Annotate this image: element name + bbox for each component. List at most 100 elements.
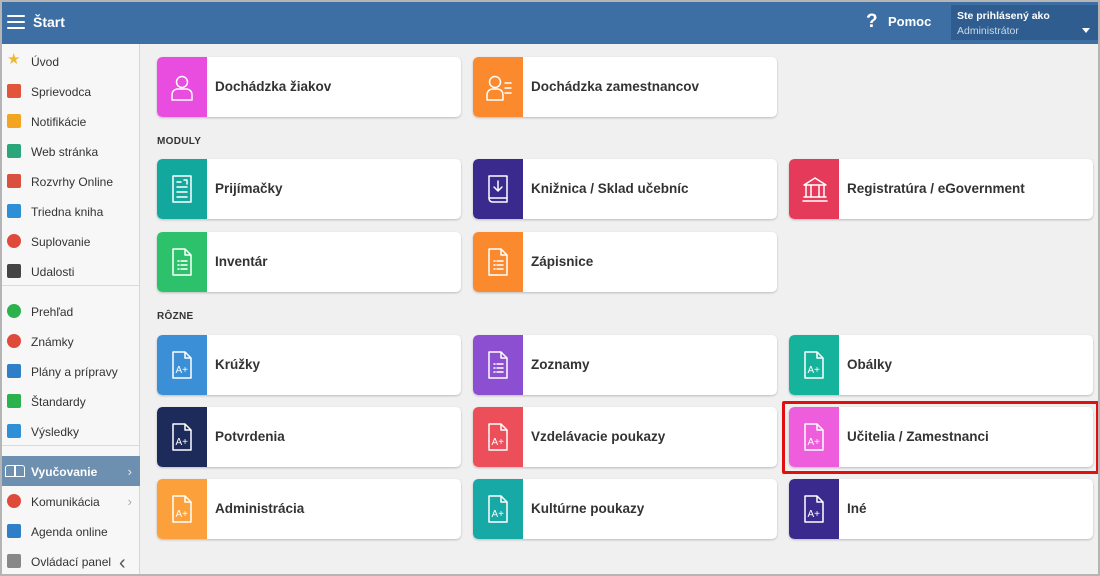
- open-book-icon: [5, 463, 27, 479]
- chevron-down-icon: [1082, 28, 1090, 33]
- tile-zápisnice[interactable]: Zápisnice: [473, 232, 777, 292]
- a-plus-document-icon: A+: [789, 479, 839, 539]
- svg-text:A+: A+: [492, 509, 505, 520]
- chat-icon: [7, 494, 21, 508]
- tile-label: Obálky: [847, 357, 893, 372]
- tile-knižnica-sklad-učebníc[interactable]: Knižnica / Sklad učebníc: [473, 159, 777, 219]
- sidebar-item-label: Plány a prípravy: [31, 365, 118, 379]
- pen-icon: [7, 524, 21, 538]
- timetable-icon: [7, 174, 21, 188]
- svg-text:A+: A+: [176, 365, 189, 376]
- sidebar-item-známky[interactable]: Známky: [2, 326, 140, 356]
- sidebar-item-label: Štandardy: [31, 395, 86, 409]
- tile-kultúrne-poukazy[interactable]: A+ Kultúrne poukazy: [473, 479, 777, 539]
- tile-obálky[interactable]: A+ Obálky: [789, 335, 1093, 395]
- sidebar-item-label: Triedna kniha: [31, 205, 104, 219]
- sidebar-item-label: Ovládací panel: [31, 555, 112, 569]
- tile-potvrdenia[interactable]: A+ Potvrdenia: [157, 407, 461, 467]
- user-role: Administrátor: [957, 25, 1019, 37]
- tile-label: Kultúrne poukazy: [531, 501, 645, 516]
- a-plus-document-icon: A+: [157, 407, 207, 467]
- library-book-icon: [473, 159, 523, 219]
- envelope-icon: [7, 114, 21, 128]
- check-circle-icon: [7, 304, 21, 318]
- svg-text:A+: A+: [176, 437, 189, 448]
- tile-dochádzka-žiakov[interactable]: Dochádzka žiakov: [157, 57, 461, 117]
- tile-inventár[interactable]: Inventár: [157, 232, 461, 292]
- sidebar-item-label: Udalosti: [31, 265, 75, 279]
- sidebar-item-sprievodca[interactable]: Sprievodca: [2, 76, 140, 106]
- sidebar-item-úvod[interactable]: ★ Úvod: [2, 46, 140, 76]
- svg-text:A+: A+: [808, 365, 821, 376]
- section-title-rozne: RÔZNE: [157, 311, 194, 322]
- sidebar-item-štandardy[interactable]: Štandardy: [2, 386, 140, 416]
- book-icon: [7, 204, 21, 218]
- home-icon: [7, 144, 21, 158]
- svg-text:A+: A+: [176, 509, 189, 520]
- sidebar-item-label: Známky: [31, 335, 74, 349]
- tile-vzdelávacie-poukazy[interactable]: A+ Vzdelávacie poukazy: [473, 407, 777, 467]
- a-plus-document-icon: A+: [789, 407, 839, 467]
- sidebar-item-výsledky[interactable]: Výsledky: [2, 416, 140, 446]
- tile-label: Vzdelávacie poukazy: [531, 429, 666, 444]
- svg-text:A+: A+: [492, 437, 505, 448]
- hamburger-menu-icon[interactable]: [7, 15, 25, 29]
- page-title: Štart: [33, 14, 65, 30]
- svg-text:A+: A+: [808, 437, 821, 448]
- tile-label: Učitelia / Zamestnanci: [847, 429, 989, 444]
- sidebar-item-notifikácie[interactable]: Notifikácie: [2, 106, 140, 136]
- sidebar-item-label: Rozvrhy Online: [31, 175, 114, 189]
- tile-label: Registratúra / eGovernment: [847, 181, 1025, 196]
- sidebar-item-label: Prehľad: [31, 305, 74, 319]
- tile-prijímačky[interactable]: Prijímačky: [157, 159, 461, 219]
- tile-administrácia[interactable]: A+ Administrácia: [157, 479, 461, 539]
- tile-iné[interactable]: A+ Iné: [789, 479, 1093, 539]
- minutes-document-icon: [473, 232, 523, 292]
- collapse-sidebar-icon[interactable]: ‹: [119, 552, 126, 574]
- sidebar-item-rozvrhy-online[interactable]: Rozvrhy Online: [2, 166, 140, 196]
- list-document-icon: [473, 335, 523, 395]
- user-menu[interactable]: Ste prihlásený ako Administrátor: [951, 5, 1098, 40]
- sidebar-item-udalosti[interactable]: Udalosti: [2, 256, 140, 286]
- star-icon: ★: [7, 51, 21, 68]
- calendar-icon: [7, 264, 21, 278]
- a-plus-document-icon: A+: [473, 479, 523, 539]
- user-status-label: Ste prihlásený ako: [957, 10, 1050, 22]
- sidebar-item-web-stránka[interactable]: Web stránka: [2, 136, 140, 166]
- tile-label: Krúžky: [215, 357, 261, 372]
- gear-icon: [7, 554, 21, 568]
- a-plus-document-icon: A+: [157, 479, 207, 539]
- sidebar-item-komunikácia[interactable]: Komunikácia ›: [2, 486, 140, 516]
- section-title-moduly: MODULY: [157, 136, 202, 147]
- tile-label: Knižnica / Sklad učebníc: [531, 181, 689, 196]
- sidebar-item-vyučovanie[interactable]: Vyučovanie ›: [2, 456, 140, 486]
- tile-registratúra-egovernment[interactable]: Registratúra / eGovernment: [789, 159, 1093, 219]
- tile-label: Dochádzka žiakov: [215, 79, 332, 94]
- sidebar: ★ Úvod Sprievodca Notifikácie Web stránka Roz…: [2, 44, 140, 574]
- employee-icon: [473, 57, 523, 117]
- help-icon[interactable]: ?: [866, 11, 878, 33]
- main-content: MODULY RÔZNE Dochádzka žiakov Dochádzka z…: [141, 44, 1098, 574]
- tile-učitelia-zamestnanci[interactable]: A+ Učitelia / Zamestnanci: [789, 407, 1093, 467]
- tile-krúžky[interactable]: A+ Krúžky: [157, 335, 461, 395]
- tile-zoznamy[interactable]: Zoznamy: [473, 335, 777, 395]
- sidebar-item-agenda-online[interactable]: Agenda online: [2, 516, 140, 546]
- sidebar-item-triedna-kniha[interactable]: Triedna kniha: [2, 196, 140, 226]
- sidebar-item-label: Web stránka: [31, 145, 99, 159]
- government-building-icon: [789, 159, 839, 219]
- sidebar-item-label: Úvod: [31, 55, 60, 69]
- sidebar-item-label: Sprievodca: [31, 85, 92, 99]
- sidebar-item-label: Agenda online: [31, 525, 108, 539]
- briefcase-icon: [7, 364, 21, 378]
- shield-check-icon: [7, 394, 21, 408]
- a-plus-document-icon: A+: [157, 335, 207, 395]
- sidebar-item-suplovanie[interactable]: Suplovanie: [2, 226, 140, 256]
- tile-label: Iné: [847, 501, 867, 516]
- tile-dochádzka-zamestnancov[interactable]: Dochádzka zamestnancov: [473, 57, 777, 117]
- tile-label: Prijímačky: [215, 181, 283, 196]
- help-link[interactable]: Pomoc: [888, 14, 931, 29]
- tile-label: Inventár: [215, 254, 268, 269]
- app-window: Štart ? Pomoc Ste prihlásený ako Adminis…: [0, 0, 1100, 576]
- sidebar-item-prehľad[interactable]: Prehľad: [2, 296, 140, 326]
- sidebar-item-plány-a-prípravy[interactable]: Plány a prípravy: [2, 356, 140, 386]
